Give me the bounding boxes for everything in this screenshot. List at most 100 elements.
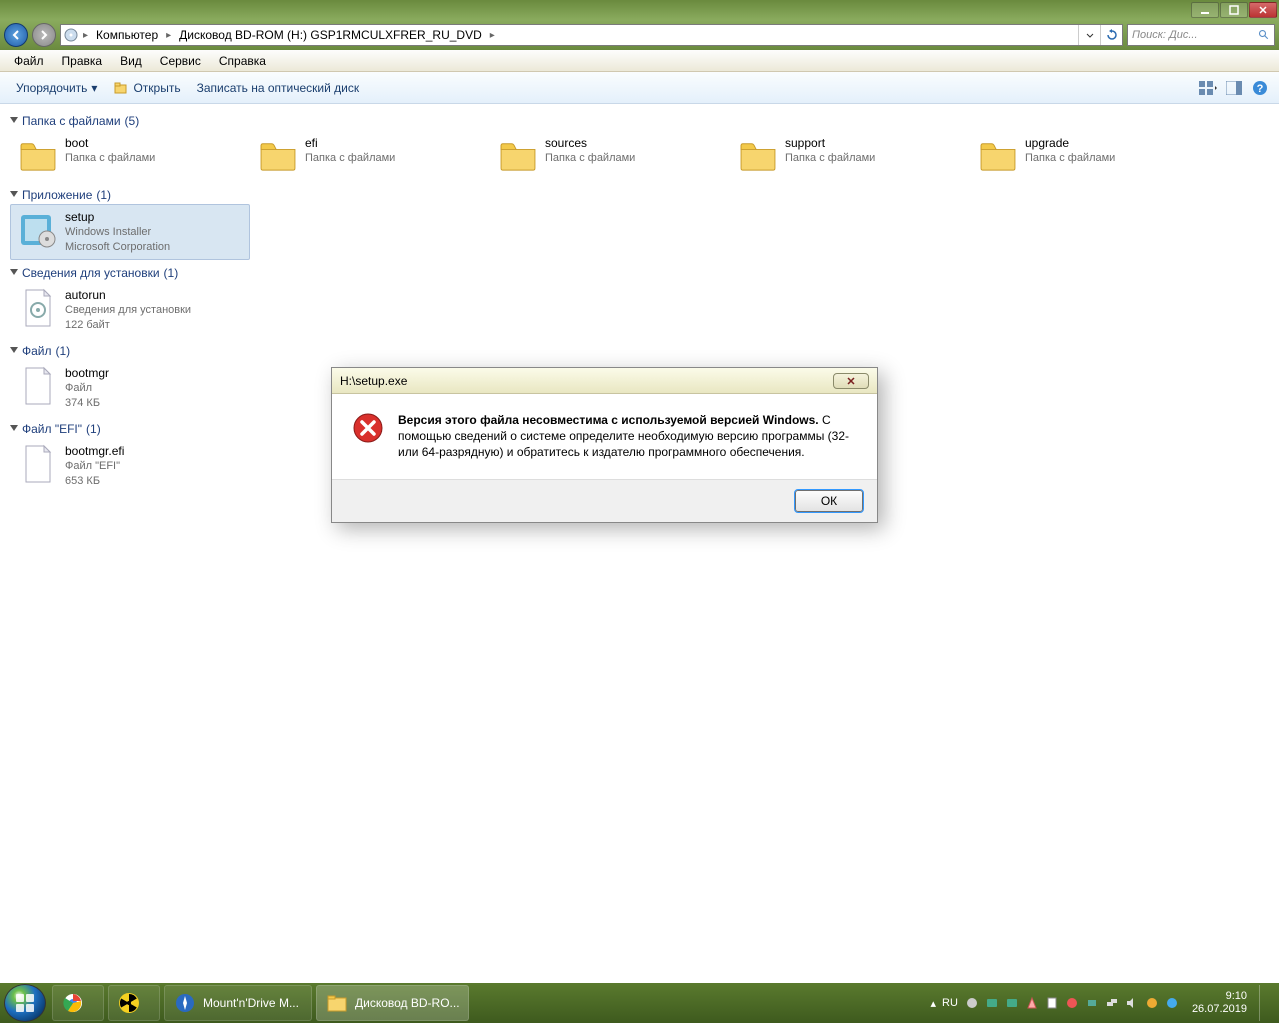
taskbar-task[interactable]: Дисковод BD-RO...: [316, 985, 469, 1021]
folder-item[interactable]: sourcesПапка с файлами: [490, 130, 730, 182]
group-title: Файл: [22, 344, 52, 358]
navigation-bar: ▸ Компьютер ▸ Дисковод BD-ROM (H:) GSP1R…: [0, 20, 1279, 50]
item-type: Папка с файлами: [785, 151, 875, 166]
item-icon: [257, 135, 299, 177]
preview-pane-button[interactable]: [1223, 77, 1245, 99]
dialog-titlebar[interactable]: H:\setup.exe: [332, 368, 877, 394]
chevron-right-icon[interactable]: ▸: [164, 30, 173, 41]
menu-edit[interactable]: Правка: [54, 52, 111, 70]
group-count: (1): [96, 188, 111, 202]
item-name: efi: [305, 135, 395, 151]
open-button[interactable]: Открыть: [105, 76, 188, 100]
item-icon: [17, 209, 59, 251]
action-center-icon[interactable]: [1044, 995, 1060, 1011]
task-label: Дисковод BD-RO...: [355, 996, 460, 1010]
tray-icon[interactable]: [1024, 995, 1040, 1011]
clock[interactable]: 9:10 26.07.2019: [1186, 990, 1253, 1015]
dialog-close-button[interactable]: [833, 373, 869, 389]
search-icon: [1258, 29, 1270, 41]
folder-item[interactable]: bootПапка с файлами: [10, 130, 250, 182]
minimize-button[interactable]: [1191, 2, 1219, 18]
menu-view[interactable]: Вид: [112, 52, 150, 70]
organize-button[interactable]: Упорядочить ▾: [8, 77, 105, 99]
taskbar-task[interactable]: [108, 985, 160, 1021]
item-name: sources: [545, 135, 635, 151]
group-header[interactable]: Файл (1): [10, 338, 1269, 360]
dialog-title: H:\setup.exe: [340, 374, 407, 388]
folder-item[interactable]: efiПапка с файлами: [250, 130, 490, 182]
breadcrumb-segment[interactable]: Дисковод BD-ROM (H:) GSP1RMCULXFRER_RU_D…: [173, 25, 488, 45]
group-title: Папка с файлами: [22, 114, 121, 128]
volume-icon[interactable]: [1124, 995, 1140, 1011]
maximize-button[interactable]: [1220, 2, 1248, 18]
refresh-button[interactable]: [1100, 25, 1122, 45]
file-item[interactable]: setupWindows InstallerMicrosoft Corporat…: [10, 204, 250, 260]
view-options-button[interactable]: [1197, 77, 1219, 99]
item-icon: [977, 135, 1019, 177]
taskbar-task[interactable]: [52, 985, 104, 1021]
collapse-icon[interactable]: [10, 117, 18, 123]
drive-icon: [61, 27, 81, 43]
group-header[interactable]: Папка с файлами (5): [10, 108, 1269, 130]
item-name: support: [785, 135, 875, 151]
back-button[interactable]: [4, 23, 28, 47]
toolbar: Упорядочить ▾ Открыть Записать на оптиче…: [0, 72, 1279, 104]
item-icon: [17, 365, 59, 407]
menu-service[interactable]: Сервис: [152, 52, 209, 70]
tray-icon[interactable]: [1164, 995, 1180, 1011]
open-icon: [113, 80, 129, 96]
tray-icon[interactable]: [1064, 995, 1080, 1011]
breadcrumb-bar[interactable]: ▸ Компьютер ▸ Дисковод BD-ROM (H:) GSP1R…: [60, 24, 1123, 46]
collapse-icon[interactable]: [10, 191, 18, 197]
file-list: Папка с файлами (5)bootПапка с файламиef…: [0, 104, 1279, 983]
taskbar: Mount'n'Drive M... Дисковод BD-RO... ▴ RU…: [0, 983, 1279, 1023]
group-header[interactable]: Приложение (1): [10, 182, 1269, 204]
item-detail: 653 КБ: [65, 474, 124, 489]
tray-icon[interactable]: [1144, 995, 1160, 1011]
file-item[interactable]: autorunСведения для установки122 байт: [10, 282, 250, 338]
search-input[interactable]: Поиск: Дис...: [1127, 24, 1275, 46]
start-button[interactable]: [4, 984, 46, 1022]
task-icon: [61, 991, 85, 1015]
show-desktop-button[interactable]: [1259, 985, 1271, 1021]
menu-help[interactable]: Справка: [211, 52, 274, 70]
address-dropdown-button[interactable]: [1078, 25, 1100, 45]
svg-text:?: ?: [1257, 83, 1264, 95]
help-button[interactable]: ?: [1249, 77, 1271, 99]
tray-expand-button[interactable]: ▴: [931, 997, 937, 1010]
language-indicator[interactable]: RU: [942, 997, 958, 1009]
tray-icon[interactable]: [984, 995, 1000, 1011]
dialog-ok-button[interactable]: ОК: [795, 490, 863, 512]
network-icon[interactable]: [1104, 995, 1120, 1011]
menu-file[interactable]: Файл: [6, 52, 52, 70]
group-count: (1): [164, 266, 179, 280]
file-item[interactable]: bootmgr.efiФайл "EFI"653 КБ: [10, 438, 250, 494]
collapse-icon[interactable]: [10, 269, 18, 275]
chevron-right-icon[interactable]: ▸: [81, 30, 90, 41]
collapse-icon[interactable]: [10, 425, 18, 431]
file-item[interactable]: bootmgrФайл374 КБ: [10, 360, 250, 416]
forward-button[interactable]: [32, 23, 56, 47]
item-type: Папка с файлами: [305, 151, 395, 166]
item-icon: [17, 287, 59, 329]
tray-icon[interactable]: [964, 995, 980, 1011]
chevron-right-icon[interactable]: ▸: [488, 30, 497, 41]
burn-button[interactable]: Записать на оптический диск: [189, 77, 368, 99]
close-button[interactable]: [1249, 2, 1277, 18]
item-detail: Файл: [65, 381, 109, 396]
folder-item[interactable]: supportПапка с файлами: [730, 130, 970, 182]
group-header[interactable]: Сведения для установки (1): [10, 260, 1269, 282]
item-icon: [17, 443, 59, 485]
item-type: Папка с файлами: [1025, 151, 1115, 166]
item-name: autorun: [65, 287, 191, 303]
breadcrumb-segment[interactable]: Компьютер: [90, 25, 164, 45]
group-count: (5): [125, 114, 140, 128]
tray-icon[interactable]: [1084, 995, 1100, 1011]
collapse-icon[interactable]: [10, 347, 18, 353]
item-detail: Windows Installer: [65, 225, 170, 240]
chevron-down-icon: ▾: [91, 81, 97, 95]
taskbar-task[interactable]: Mount'n'Drive M...: [164, 985, 312, 1021]
system-tray: ▴ RU 9:10 26.07.2019: [931, 985, 1275, 1021]
folder-item[interactable]: upgradeПапка с файлами: [970, 130, 1210, 182]
tray-icon[interactable]: [1004, 995, 1020, 1011]
